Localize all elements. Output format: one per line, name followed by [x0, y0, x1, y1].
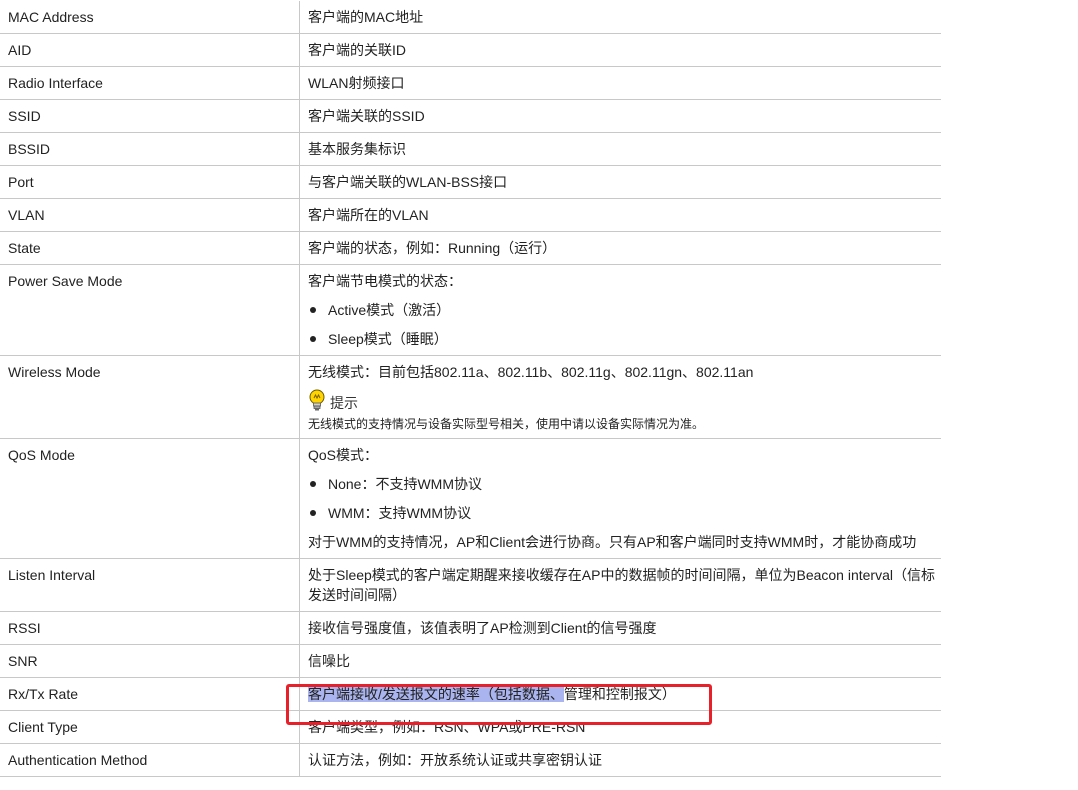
- field-description: 与客户端关联的WLAN-BSS接口: [299, 165, 941, 199]
- table-row: AID 客户端的关联ID: [0, 33, 941, 67]
- field-description: 客户端节电模式的状态： Active模式（激活） Sleep模式（睡眠）: [299, 264, 941, 356]
- description-text: 无线模式：目前包括802.11a、802.11b、802.11g、802.11g…: [308, 364, 754, 380]
- bullet-dot: [310, 510, 316, 516]
- annotation-highlight-box: [286, 684, 712, 725]
- field-description: 无线模式：目前包括802.11a、802.11b、802.11g、802.11g…: [299, 355, 941, 439]
- field-name: MAC Address: [0, 1, 300, 34]
- note-header: 提示: [308, 389, 941, 413]
- field-description: 客户端关联的SSID: [299, 99, 941, 133]
- table-row: SSID 客户端关联的SSID: [0, 99, 941, 133]
- field-description: QoS模式： None：不支持WMM协议 WMM：支持WMM协议 对于WMM的支…: [299, 438, 941, 559]
- field-name: Port: [0, 165, 300, 199]
- bullet-item: Active模式（激活）: [308, 300, 941, 320]
- field-description: 客户端的关联ID: [299, 33, 941, 67]
- description-intro: QoS模式：: [308, 447, 379, 463]
- field-description: 信噪比: [299, 644, 941, 678]
- note-title: 提示: [330, 395, 358, 411]
- table-row: Authentication Method 认证方法，例如：开放系统认证或共享密…: [0, 743, 941, 777]
- field-name: AID: [0, 33, 300, 67]
- table-row: QoS Mode QoS模式： None：不支持WMM协议 WMM：支持WMM协…: [0, 438, 941, 559]
- field-name: Power Save Mode: [0, 264, 300, 356]
- bullet-text: Active模式（激活）: [328, 302, 451, 318]
- field-name: Radio Interface: [0, 66, 300, 100]
- field-name: RSSI: [0, 611, 300, 645]
- field-description: 客户端所在的VLAN: [299, 198, 941, 232]
- field-name: SNR: [0, 644, 300, 678]
- lightbulb-icon: [308, 389, 326, 413]
- note-text: 无线模式的支持情况与设备实际型号相关，使用中请以设备实际情况为准。: [308, 417, 705, 431]
- table-row: VLAN 客户端所在的VLAN: [0, 198, 941, 232]
- table-row: Wireless Mode 无线模式：目前包括802.11a、802.11b、8…: [0, 355, 941, 439]
- field-name: Authentication Method: [0, 743, 300, 777]
- bullet-text: WMM：支持WMM协议: [328, 505, 472, 521]
- field-name: VLAN: [0, 198, 300, 232]
- bullet-item: WMM：支持WMM协议: [308, 503, 941, 523]
- bullet-text: None：不支持WMM协议: [328, 476, 483, 492]
- field-name: State: [0, 231, 300, 265]
- field-name: Client Type: [0, 710, 300, 744]
- bullet-dot: [310, 307, 316, 313]
- description-text: 对于WMM的支持情况，AP和Client会进行协商。只有AP和客户端同时支持WM…: [308, 534, 917, 550]
- field-name: SSID: [0, 99, 300, 133]
- table-row: State 客户端的状态，例如：Running（运行）: [0, 231, 941, 265]
- field-name: QoS Mode: [0, 438, 300, 559]
- field-description: 处于Sleep模式的客户端定期醒来接收缓存在AP中的数据帧的时间间隔，单位为Be…: [299, 558, 941, 612]
- table-row: SNR 信噪比: [0, 644, 941, 678]
- table-row: BSSID 基本服务集标识: [0, 132, 941, 166]
- field-description: 客户端的状态，例如：Running（运行）: [299, 231, 941, 265]
- field-name: Listen Interval: [0, 558, 300, 612]
- bullet-dot: [310, 481, 316, 487]
- table-row: Power Save Mode 客户端节电模式的状态： Active模式（激活）…: [0, 264, 941, 356]
- table-row: Port 与客户端关联的WLAN-BSS接口: [0, 165, 941, 199]
- table-row: Listen Interval 处于Sleep模式的客户端定期醒来接收缓存在AP…: [0, 558, 941, 612]
- bullet-item: None：不支持WMM协议: [308, 474, 941, 494]
- client-info-table: MAC Address 客户端的MAC地址 AID 客户端的关联ID Radio…: [0, 1, 941, 777]
- description-intro: 客户端节电模式的状态：: [308, 273, 462, 289]
- bullet-text: Sleep模式（睡眠）: [328, 331, 448, 347]
- bullet-item: Sleep模式（睡眠）: [308, 329, 941, 349]
- table-row: RSSI 接收信号强度值，该值表明了AP检测到Client的信号强度: [0, 611, 941, 645]
- field-name: BSSID: [0, 132, 300, 166]
- table-row: Radio Interface WLAN射频接口: [0, 66, 941, 100]
- field-description: 客户端的MAC地址: [299, 1, 941, 34]
- field-description: WLAN射频接口: [299, 66, 941, 100]
- field-name: Wireless Mode: [0, 355, 300, 439]
- field-description: 基本服务集标识: [299, 132, 941, 166]
- field-name: Rx/Tx Rate: [0, 677, 300, 711]
- bullet-dot: [310, 336, 316, 342]
- field-description: 接收信号强度值，该值表明了AP检测到Client的信号强度: [299, 611, 941, 645]
- field-description: 认证方法，例如：开放系统认证或共享密钥认证: [299, 743, 941, 777]
- table-row: MAC Address 客户端的MAC地址: [0, 1, 941, 34]
